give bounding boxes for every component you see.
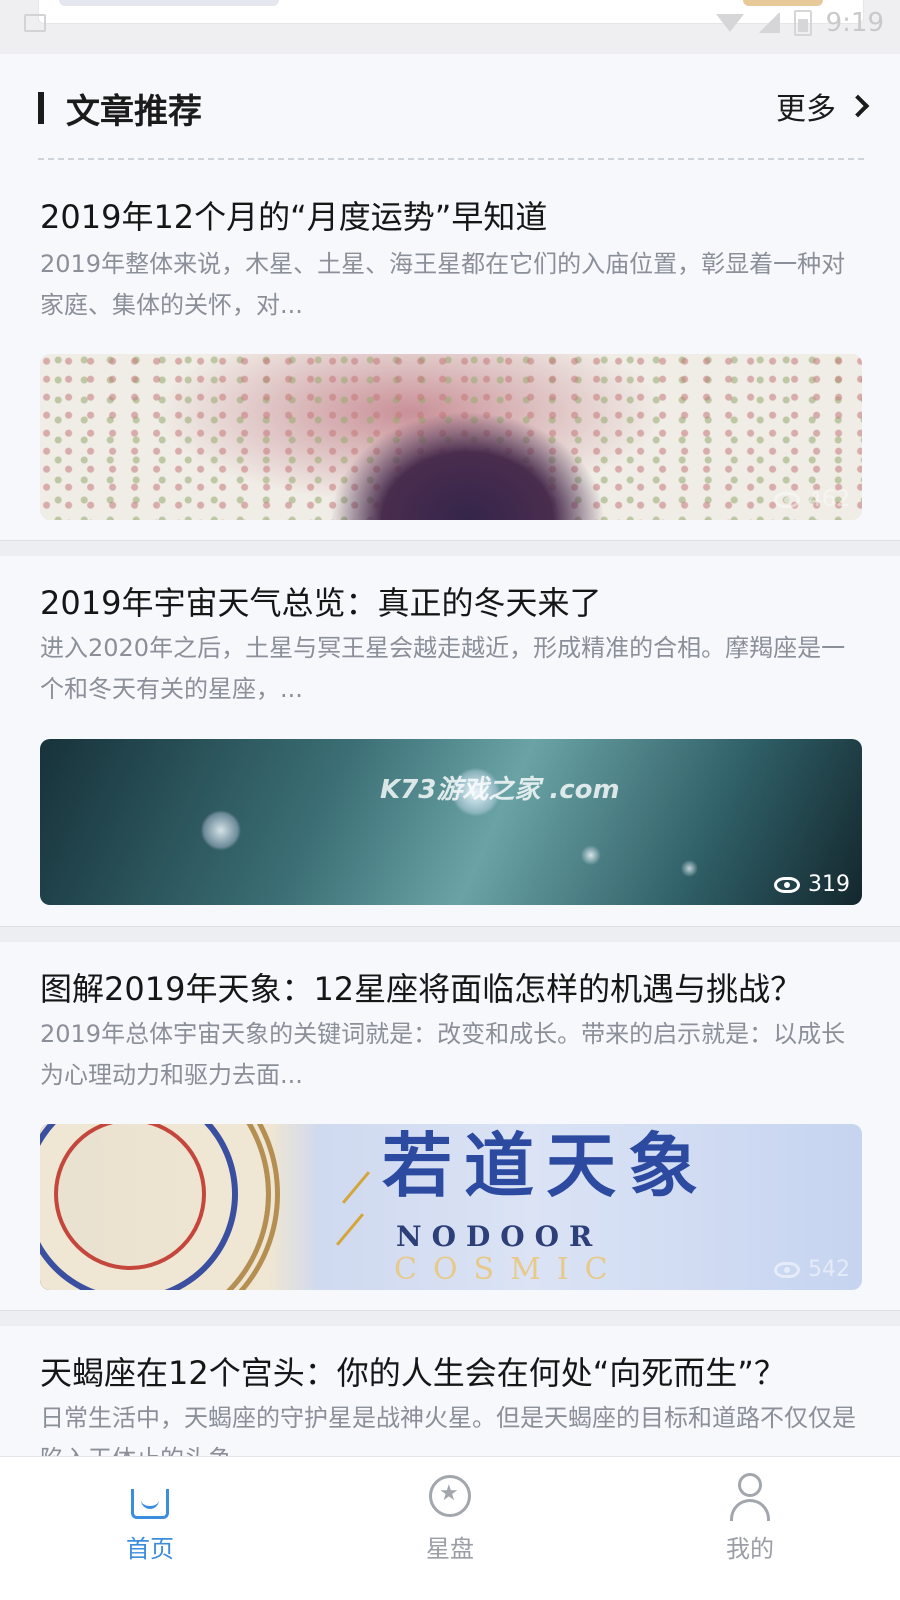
view-count: 462 (774, 487, 850, 512)
user-icon-head (738, 1473, 762, 1497)
article-excerpt: 2019年总体宇宙天象的关键词就是：改变和成长。带来的启示就是：以成长为心理动力… (40, 1020, 846, 1089)
view-count-value: 319 (808, 872, 850, 897)
home-icon (125, 1471, 175, 1521)
decor-slash (335, 1213, 365, 1246)
article-title: 图解2019年天象：12星座将面临怎样的机遇与挑战？ (40, 970, 803, 1008)
more-link[interactable]: 更多 (776, 84, 870, 128)
status-bar: 9:19 (0, 0, 900, 54)
nav-astrolabe[interactable]: ★ 星盘 (300, 1457, 600, 1600)
article-card[interactable]: 天蝎座在12个宫头：你的人生会在何处“向死而生”？ 日常生活中，天蝎座的守护星是… (0, 1326, 900, 1473)
article-card[interactable]: 2019年12个月的“月度运势”早知道 2019年整体来说，木星、土星、海王星都… (0, 172, 900, 540)
article-image[interactable]: 462 (40, 354, 862, 520)
status-bar-right: 9:19 (715, 8, 884, 38)
card-separator (0, 1310, 900, 1326)
chevron-right-icon (846, 94, 870, 118)
astrolabe-icon-star: ★ (439, 1481, 459, 1506)
previous-card-pill (59, 0, 279, 6)
view-count-value: 542 (808, 1257, 850, 1282)
article-excerpt: 进入2020年之后，土星与冥王星会越走越近，形成精准的合相。摩羯座是一个和冬天有… (40, 634, 846, 703)
view-count: 319 (774, 872, 850, 897)
view-count-value: 462 (808, 487, 850, 512)
astrolabe-illustration (40, 1124, 280, 1290)
astrolabe-icon: ★ (425, 1471, 475, 1521)
eye-icon (774, 876, 800, 893)
nav-profile-label: 我的 (726, 1535, 774, 1563)
user-icon-shoulders (730, 1499, 770, 1521)
card-separator (0, 540, 900, 556)
user-icon (725, 1471, 775, 1521)
previous-card-button (743, 0, 823, 6)
decor-slash (341, 1171, 371, 1204)
status-time: 9:19 (825, 8, 884, 38)
watermark-logo: K73游戏之家 .com (380, 775, 620, 805)
nav-profile[interactable]: 我的 (600, 1457, 900, 1600)
eye-icon (774, 491, 800, 508)
app-page: 9:19 文章推荐 更多 2019年12个月的“月度运势”早知道 2019年整体… (0, 0, 900, 1600)
eye-icon (774, 1261, 800, 1278)
article-excerpt: 2019年整体来说，木星、土星、海王星都在它们的入庙位置，彰显着一种对家庭、集体… (40, 250, 846, 319)
article-card[interactable]: 图解2019年天象：12星座将面临怎样的机遇与挑战？ 2019年总体宇宙天象的关… (0, 942, 900, 1310)
article-title: 天蝎座在12个宫头：你的人生会在何处“向死而生”？ (40, 1354, 786, 1392)
battery-icon (793, 10, 812, 36)
article-image[interactable]: K73游戏之家 .com 319 (40, 739, 862, 905)
section-header: 文章推荐 更多 (0, 54, 900, 162)
section-title-bar (38, 92, 44, 124)
bottom-nav: 首页 ★ 星盘 我的 (0, 1456, 900, 1600)
article-title: 2019年宇宙天气总览：真正的冬天来了 (40, 584, 602, 622)
article-title: 2019年12个月的“月度运势”早知道 (40, 198, 548, 236)
section-title: 文章推荐 (66, 92, 202, 132)
article-image[interactable]: 若道天象 NODOOR COSMIC WEATHER 542 (40, 1124, 862, 1290)
dashed-divider (38, 158, 864, 160)
card-separator (0, 926, 900, 942)
nav-home[interactable]: 首页 (0, 1457, 300, 1600)
view-count: 542 (774, 1257, 850, 1282)
more-label: 更多 (776, 92, 836, 127)
nav-home-label: 首页 (126, 1535, 174, 1563)
gallery-notification-icon (24, 14, 46, 32)
banner-title-cn: 若道天象 (382, 1124, 710, 1207)
article-card[interactable]: 2019年宇宙天气总览：真正的冬天来了 进入2020年之后，土星与冥王星会越走越… (0, 556, 900, 926)
signal-icon (757, 13, 780, 33)
nav-astrolabe-label: 星盘 (426, 1535, 474, 1563)
banner-title-en: NODOOR (396, 1220, 603, 1253)
wifi-icon (715, 14, 744, 32)
